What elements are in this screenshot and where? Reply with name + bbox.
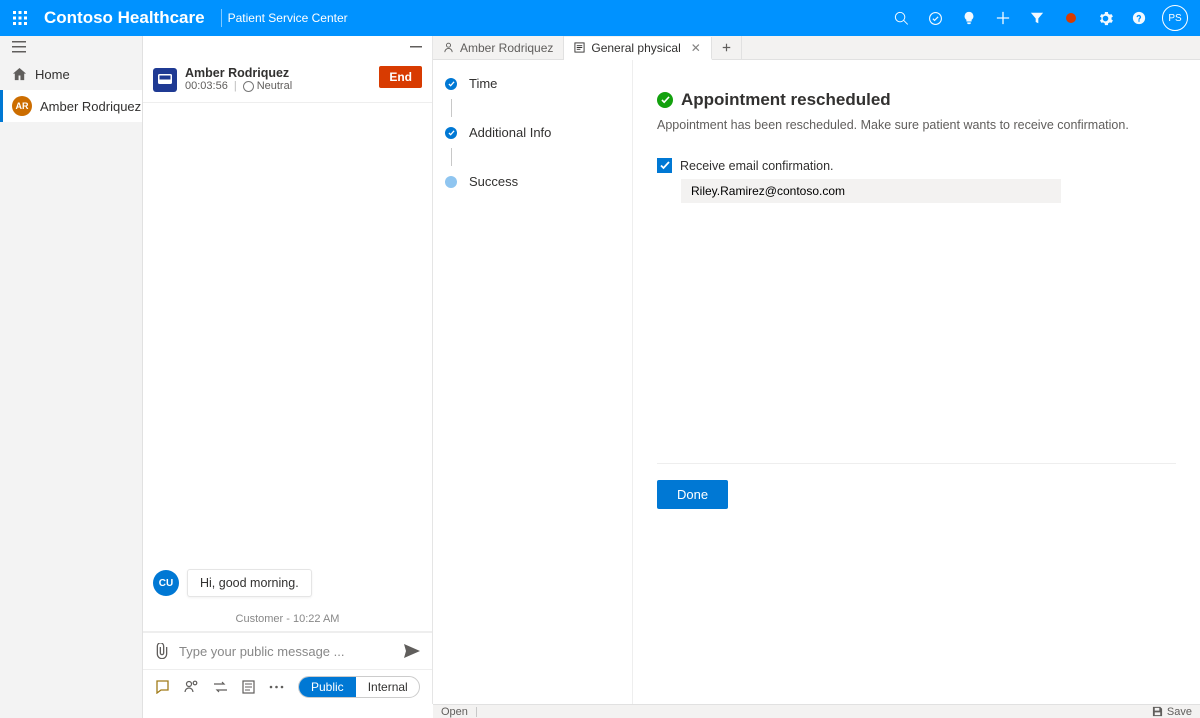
separator: | (234, 80, 237, 92)
conversation-panel: Amber Rodriquez 00:03:56 | Neutral End C… (143, 36, 433, 704)
brand-name: Contoso Healthcare (34, 8, 215, 28)
user-avatar[interactable]: PS (1162, 5, 1188, 31)
save-button[interactable]: Save (1152, 706, 1192, 718)
divider (476, 707, 477, 717)
search-icon[interactable] (884, 1, 918, 35)
channel-icon (153, 68, 177, 92)
transfer-icon[interactable] (213, 681, 228, 693)
tab-general-physical[interactable]: General physical ✕ (564, 37, 711, 60)
step-time-label: Time (469, 76, 497, 91)
conversation-name: Amber Rodriquez (185, 66, 371, 80)
app-topbar: Contoso Healthcare Patient Service Cente… (0, 0, 1200, 36)
step-additional-info-label: Additional Info (469, 125, 551, 140)
quick-reply-icon[interactable] (155, 680, 170, 694)
save-label: Save (1167, 706, 1192, 718)
conversation-body: CU Hi, good morning. (143, 103, 432, 607)
public-toggle[interactable]: Public (299, 677, 356, 697)
step-time[interactable]: Time (445, 76, 620, 91)
success-icon (657, 92, 673, 108)
step-complete-icon (445, 127, 457, 139)
sentiment-indicator: Neutral (243, 80, 292, 92)
attach-icon[interactable] (155, 643, 169, 659)
connector (451, 148, 452, 166)
email-confirmation-row: Receive email confirmation. (657, 158, 1176, 173)
close-icon[interactable]: ✕ (691, 41, 701, 55)
email-confirmation-label: Receive email confirmation. (680, 159, 834, 173)
add-icon[interactable] (986, 1, 1020, 35)
form-heading: Appointment rescheduled (657, 90, 1176, 110)
hamburger-icon[interactable] (0, 36, 142, 58)
person-icon (443, 42, 454, 53)
step-current-icon (445, 176, 457, 188)
help-icon[interactable] (1122, 1, 1156, 35)
presence-icon[interactable] (1054, 1, 1088, 35)
note-icon[interactable] (242, 680, 255, 694)
form-title: Appointment rescheduled (681, 90, 891, 110)
end-button[interactable]: End (379, 66, 422, 88)
message-avatar-initials: CU (159, 578, 173, 589)
tab-add[interactable] (712, 36, 742, 59)
nav-session-avatar: AR (12, 96, 32, 116)
message-avatar: CU (153, 570, 179, 596)
done-button[interactable]: Done (657, 480, 728, 509)
nav-active-session[interactable]: AR Amber Rodriquez (0, 90, 142, 122)
divider (657, 463, 1176, 464)
compose-bar (143, 632, 432, 669)
status-open[interactable]: Open (441, 706, 468, 718)
connector (451, 99, 452, 117)
email-confirmation-checkbox[interactable] (657, 158, 672, 173)
email-field[interactable] (681, 179, 1061, 203)
more-icon[interactable] (269, 685, 284, 689)
send-icon[interactable] (404, 644, 420, 658)
conversation-header: Amber Rodriquez 00:03:56 | Neutral End (143, 58, 432, 103)
tab-patient-label: Amber Rodriquez (460, 41, 553, 55)
message-bubble: Hi, good morning. (187, 569, 312, 597)
step-timeline: Time Additional Info Success (433, 60, 633, 704)
tab-strip: Amber Rodriquez General physical ✕ (433, 36, 1200, 60)
form-panel: Appointment rescheduled Appointment has … (633, 60, 1200, 704)
conversation-timer: 00:03:56 (185, 80, 228, 92)
lightbulb-icon[interactable] (952, 1, 986, 35)
nav-home-label: Home (35, 67, 70, 82)
form-icon (574, 42, 585, 53)
conversation-timestamp: Customer - 10:22 AM (143, 607, 432, 632)
conversation-footer: Public Internal (143, 669, 432, 704)
settings-icon[interactable] (1088, 1, 1122, 35)
tab-patient[interactable]: Amber Rodriquez (433, 36, 564, 59)
consult-icon[interactable] (184, 680, 199, 694)
compose-input[interactable] (179, 644, 394, 659)
nav-home[interactable]: Home (0, 58, 142, 90)
visibility-toggle: Public Internal (298, 676, 420, 698)
filter-icon[interactable] (1020, 1, 1054, 35)
user-initials: PS (1168, 13, 1181, 24)
module-name: Patient Service Center (228, 11, 348, 25)
task-icon[interactable] (918, 1, 952, 35)
step-complete-icon (445, 78, 457, 90)
save-icon (1152, 706, 1163, 717)
app-launcher-icon[interactable] (6, 4, 34, 32)
step-success-label: Success (469, 174, 518, 189)
divider (221, 9, 222, 27)
sentiment-label: Neutral (257, 80, 292, 92)
plus-icon (722, 42, 731, 53)
form-description: Appointment has been rescheduled. Make s… (657, 118, 1176, 132)
step-additional-info[interactable]: Additional Info (445, 125, 620, 140)
sentiment-neutral-icon (243, 81, 254, 92)
message-row: CU Hi, good morning. (153, 569, 312, 597)
tab-general-physical-label: General physical (591, 41, 680, 55)
nav-session-label: Amber Rodriquez (40, 99, 141, 114)
step-success[interactable]: Success (445, 174, 620, 189)
internal-toggle[interactable]: Internal (356, 677, 420, 697)
nav-session-initials: AR (16, 101, 29, 111)
navigation-sidebar: Home AR Amber Rodriquez (0, 36, 143, 718)
status-bar: Open Save (433, 704, 1200, 718)
minimize-button[interactable] (143, 36, 432, 58)
